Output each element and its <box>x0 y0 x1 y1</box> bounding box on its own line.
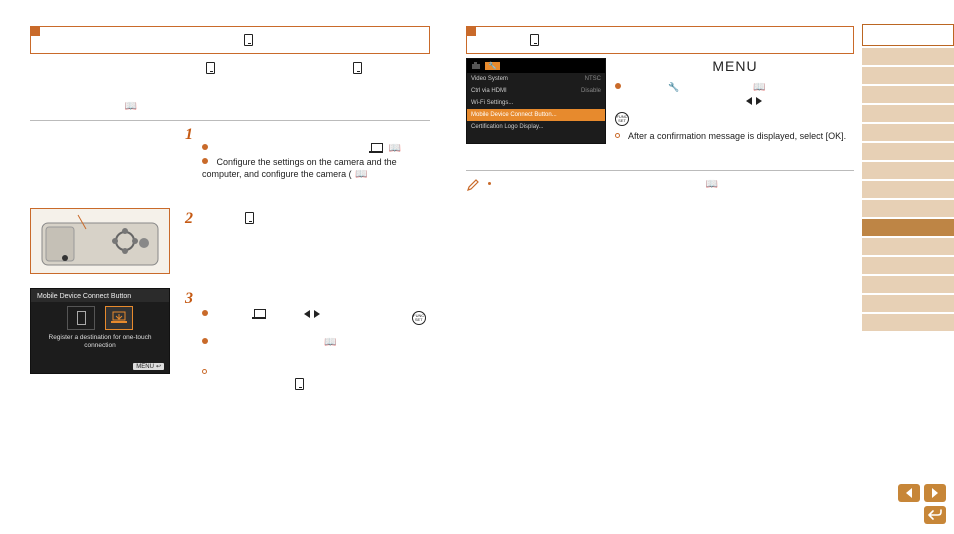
left-arrow-icon <box>746 97 752 105</box>
step3-b3: Next time, the camera will connect to th… <box>202 366 432 391</box>
step3-b2: Connect to the computer ( 📖113 ) and sen… <box>202 336 432 350</box>
col2-heading: Erase the Button Registration <box>466 26 854 54</box>
option-laptop <box>105 306 133 330</box>
menu-row-4: Certification Logo Display... <box>467 121 605 133</box>
left-arrow-icon <box>304 310 310 318</box>
menu-row-0: Video SystemNTSC <box>467 73 605 85</box>
sidebar <box>862 24 954 331</box>
sidebar-item[interactable] <box>862 124 954 141</box>
xref-icon: 📖127 <box>705 178 732 192</box>
right-arrow-icon <box>314 310 320 318</box>
sidebar-item[interactable] <box>862 200 954 217</box>
laptop-icon <box>369 143 383 153</box>
camscreen-desc: Register a destination for one-touch con… <box>31 334 169 350</box>
phone-icon <box>245 212 254 224</box>
sidebar-item[interactable] <box>862 276 954 293</box>
sidebar-item[interactable] <box>862 67 954 84</box>
menu-tabs: 🔧 <box>467 59 605 73</box>
camera-illustration <box>30 208 170 274</box>
xref-icon: 📖114 <box>125 100 153 114</box>
xref-icon: 📖113 <box>324 336 352 350</box>
sidebar-item[interactable] <box>862 105 954 122</box>
menu-title: MENU <box>615 58 855 74</box>
menu-row-1: Ctrl via HDMIDisable <box>467 85 605 97</box>
return-button[interactable] <box>924 506 946 524</box>
sidebar-item[interactable] <box>862 314 954 331</box>
col1-heading: Sending Images to a Computer via the But… <box>30 26 430 54</box>
func-set-icon: FUNCSET <box>412 311 426 325</box>
func-set-icon: FUNCSET <box>615 112 629 126</box>
right-column: Erase the Button Registration <box>466 26 854 60</box>
step3-title: Choose the computer. <box>202 292 300 303</box>
col1-heading-post: Button <box>258 35 293 47</box>
step3-b1: Choose with the buttons and press the FU… <box>202 308 432 337</box>
step1-title: Prepare for the connection. <box>202 128 323 139</box>
option-phone <box>67 306 95 330</box>
xref-icon: 📖25 <box>753 80 776 95</box>
sidebar-item[interactable] <box>862 181 954 198</box>
xref-icon: 📖111 <box>355 169 382 180</box>
pencil-icon <box>466 178 480 192</box>
tools-tab-text-icon: 🔧 <box>668 82 679 92</box>
sidebar-item[interactable] <box>862 238 954 255</box>
step2-title: Press the button. <box>202 212 286 225</box>
menu-back-label: MENU↩ <box>133 363 164 370</box>
col2-heading-pre: Erase the <box>475 35 525 47</box>
camera-screen-connect: Mobile Device Connect Button Register a … <box>30 288 170 374</box>
step2-num: 2 <box>185 210 193 228</box>
phone-icon <box>206 62 215 74</box>
step1-b2: Configure the settings on the camera and… <box>202 156 432 180</box>
camera-svg <box>40 213 160 269</box>
sidebar-item[interactable] <box>862 86 954 103</box>
col2-line2: After a confirmation message is displaye… <box>615 130 855 144</box>
sidebar-item[interactable] <box>862 162 954 179</box>
tools-tab-icon: 🔧 <box>485 62 500 70</box>
note: Registration is also erased when Wi-Fi s… <box>466 178 740 192</box>
bottom-nav <box>898 484 946 524</box>
laptop-icon <box>252 309 266 319</box>
camera-tab-icon <box>471 62 481 70</box>
phone-icon <box>244 34 253 46</box>
right-arrow-icon <box>756 97 762 105</box>
camscreen-title: Mobile Device Connect Button <box>31 289 169 302</box>
phone-icon <box>530 34 539 46</box>
menu-row-2: Wi-Fi Settings... <box>467 97 605 109</box>
next-button[interactable] <box>924 484 946 502</box>
sidebar-item[interactable] <box>862 143 954 160</box>
sidebar-item[interactable] <box>862 48 954 65</box>
sidebar-item[interactable] <box>862 24 954 46</box>
step1-b1: Install the software on the computer ( 📖… <box>202 142 426 156</box>
camera-screen-menu: 🔧 Video SystemNTSC Ctrl via HDMIDisable … <box>466 58 606 144</box>
col1-heading-pre: Sending Images to a Computer via the <box>39 35 239 47</box>
step1-num: 1 <box>185 126 193 144</box>
col1-xref-intro: For detailed steps, see 📖114. <box>30 100 156 114</box>
col2-instructions: MENU From the 🔧 tab of the menu ( 📖25 ),… <box>615 58 855 143</box>
menu-row-3: Mobile Device Connect Button... <box>467 109 605 121</box>
sidebar-item-active[interactable] <box>862 219 954 236</box>
sidebar-item[interactable] <box>862 257 954 274</box>
step3-num: 3 <box>185 290 193 308</box>
col2-line1: From the 🔧 tab of the menu ( 📖25 ), sele… <box>615 80 855 126</box>
left-column: Sending Images to a Computer via the But… <box>30 26 430 60</box>
xref-icon: 📖108 <box>389 142 417 156</box>
sidebar-item[interactable] <box>862 295 954 312</box>
col2-heading-post: Button Registration <box>544 35 647 47</box>
col1-intro: Once you have assigned a computer to the… <box>30 62 430 87</box>
phone-icon <box>295 378 304 390</box>
phone-icon <box>353 62 362 74</box>
prev-button[interactable] <box>898 484 920 502</box>
